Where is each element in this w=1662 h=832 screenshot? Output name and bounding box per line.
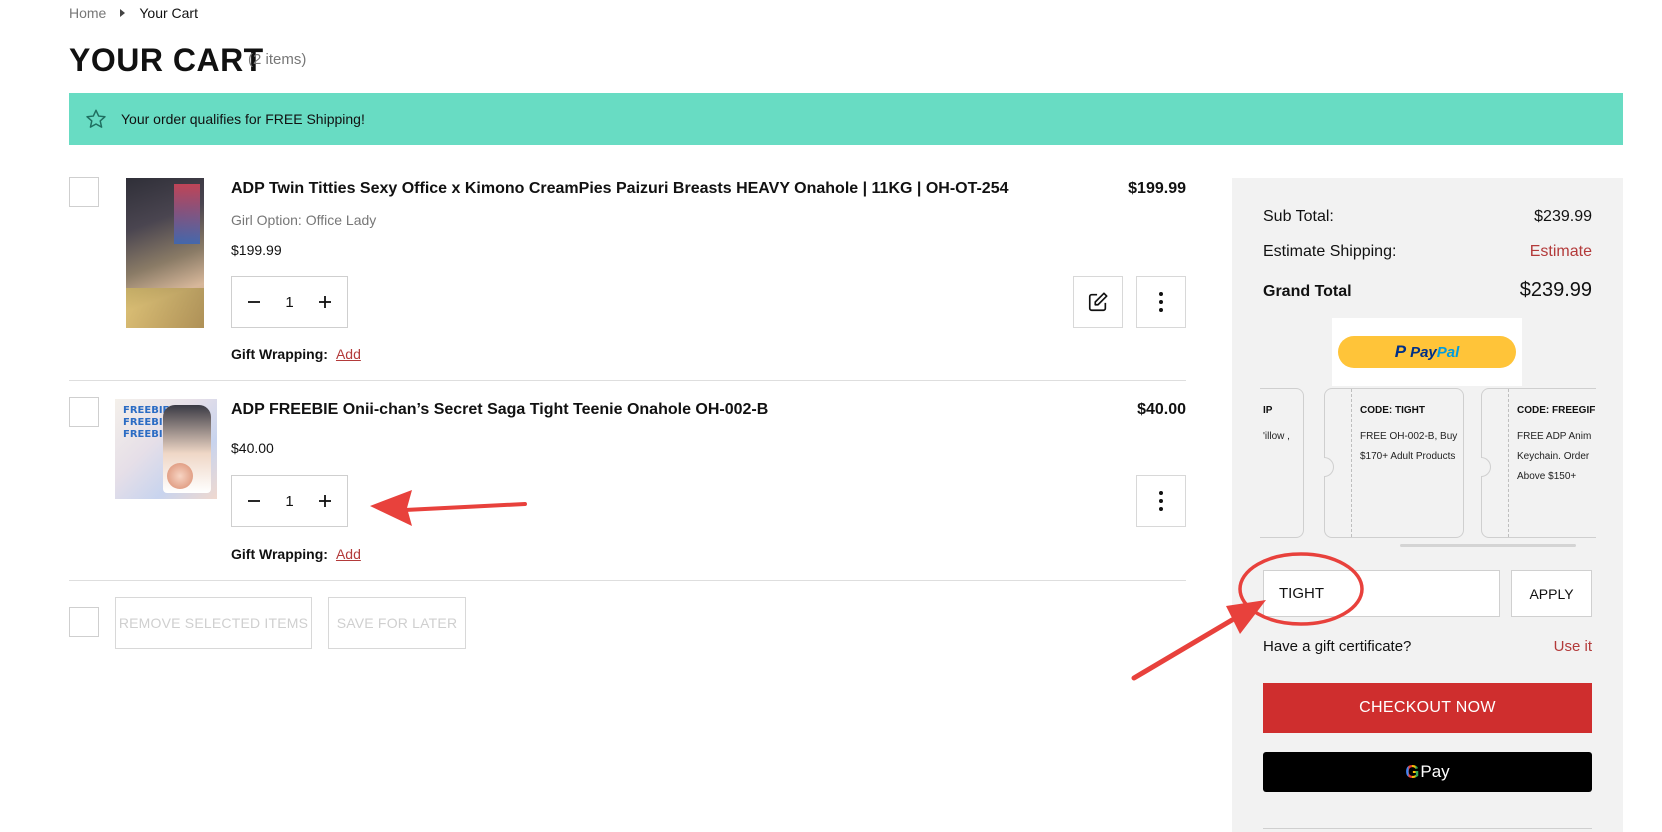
product-unit-price: $199.99 (231, 242, 282, 258)
remove-selected-items-button[interactable]: REMOVE SELECTED ITEMS (115, 597, 312, 649)
increase-quantity-button[interactable] (315, 292, 335, 312)
minus-icon (248, 301, 260, 303)
gift-certificate-label: Have a gift certificate? (1263, 638, 1412, 655)
quantity-value[interactable]: 1 (285, 294, 293, 311)
free-shipping-message: Your order qualifies for FREE Shipping! (121, 111, 365, 127)
paypal-container: P Pay Pal (1332, 318, 1522, 386)
subtotal-label: Sub Total: (1263, 208, 1334, 225)
coupon-perforation (1508, 389, 1509, 537)
coupon-scrollbar[interactable] (1400, 544, 1576, 547)
apply-coupon-button[interactable]: APPLY (1511, 570, 1592, 617)
coupon-code-input[interactable] (1263, 570, 1500, 617)
product-image[interactable] (126, 178, 204, 328)
coupon-code: CODE: TIGHT (1360, 405, 1425, 416)
product-unit-price: $40.00 (231, 440, 274, 456)
gift-wrapping-row: Gift Wrapping: Add (231, 546, 361, 562)
product-title[interactable]: ADP Twin Titties Sexy Office x Kimono Cr… (231, 180, 1009, 198)
increase-quantity-button[interactable] (315, 491, 335, 511)
item-divider (69, 380, 1186, 381)
grand-total-row: Grand Total $239.99 (1263, 279, 1592, 302)
coupon-code: IP (1263, 405, 1273, 416)
item-select-checkbox[interactable] (69, 177, 99, 207)
google-g-icon: G (1405, 761, 1420, 782)
coupon-card[interactable]: CODE: FREEGIF FREE ADP Anim Keychain. Or… (1481, 388, 1596, 538)
gift-wrapping-label: Gift Wrapping: (231, 546, 328, 562)
free-shipping-banner: Your order qualifies for FREE Shipping! (69, 93, 1623, 145)
arrow-to-quantity-icon (370, 490, 527, 526)
coupon-card[interactable]: IP 'illow , (1260, 388, 1503, 538)
decrease-quantity-button[interactable] (244, 491, 264, 511)
subtotal-row: Sub Total: $239.99 (1263, 208, 1592, 226)
breadcrumb-current: Your Cart (139, 5, 198, 21)
product-title[interactable]: ADP FREEBIE Onii-chan’s Secret Saga Tigh… (231, 401, 768, 419)
decrease-quantity-button[interactable] (244, 292, 264, 312)
coupon-card[interactable]: CODE: TIGHT FREE OH-002-B, Buy $170+ Adu… (1324, 388, 1464, 538)
minus-icon (248, 500, 260, 502)
google-pay-label: Pay (1420, 762, 1450, 781)
coupon-carousel[interactable]: IP 'illow , CODE: TIGHT FREE OH-002-B, B… (1260, 388, 1596, 548)
item-more-options-button[interactable] (1136, 276, 1186, 328)
summary-divider (1263, 828, 1592, 829)
quantity-value[interactable]: 1 (285, 493, 293, 510)
breadcrumb: Home Your Cart (69, 5, 198, 21)
coupon-description: FREE ADP Anim Keychain. Order Above $150… (1517, 431, 1592, 482)
gift-wrapping-add-link[interactable]: Add (336, 346, 361, 362)
coupon-description: 'illow , (1263, 431, 1290, 442)
paypal-icon: P (1394, 342, 1407, 361)
product-option-value: Office Lady (305, 212, 377, 228)
coupon-notch (1324, 457, 1334, 477)
product-image-detail (174, 184, 200, 244)
breadcrumb-separator-icon (120, 9, 126, 17)
shipping-row: Estimate Shipping: Estimate (1263, 243, 1592, 261)
more-options-icon (1159, 292, 1163, 312)
select-all-checkbox[interactable] (69, 607, 99, 637)
grand-total-value: $239.99 (1519, 279, 1592, 301)
product-image-detail (126, 288, 204, 328)
gift-certificate-link[interactable]: Use it (1554, 638, 1592, 655)
gift-wrapping-add-link[interactable]: Add (336, 546, 361, 562)
product-price: $199.99 (1128, 180, 1186, 197)
cart-item-count: (2 items) (248, 51, 307, 68)
paypal-button[interactable]: P Pay Pal (1338, 336, 1516, 368)
item-divider (69, 580, 1186, 581)
product-option: Girl Option: Office Lady (231, 212, 376, 228)
plus-icon (319, 495, 331, 507)
gift-certificate-row: Have a gift certificate? Use it (1263, 638, 1592, 655)
coupon-notch (1481, 457, 1491, 477)
product-option-label: Girl Option: (231, 212, 302, 228)
checkout-now-button[interactable]: CHECKOUT NOW (1263, 683, 1592, 733)
gift-wrapping-label: Gift Wrapping: (231, 346, 328, 362)
product-image-detail (167, 463, 193, 489)
edit-icon (1088, 292, 1108, 312)
breadcrumb-home-link[interactable]: Home (69, 5, 106, 21)
coupon-description: FREE OH-002-B, Buy $170+ Adult Products (1360, 431, 1458, 462)
save-for-later-button[interactable]: SAVE FOR LATER (328, 597, 466, 649)
plus-icon (319, 296, 331, 308)
google-pay-button[interactable]: G Pay (1263, 752, 1592, 792)
quantity-stepper: 1 (231, 276, 348, 328)
shipping-label: Estimate Shipping: (1263, 243, 1397, 260)
estimate-shipping-link[interactable]: Estimate (1530, 243, 1592, 261)
product-price: $40.00 (1137, 401, 1186, 418)
paypal-label: Pal (1436, 343, 1460, 361)
product-image[interactable]: FREEBIE FREEBIE FREEBIE (115, 399, 217, 499)
gift-wrapping-row: Gift Wrapping: Add (231, 346, 361, 362)
star-icon (86, 109, 106, 128)
paypal-label: Pay (1410, 343, 1437, 361)
grand-total-label: Grand Total (1263, 283, 1352, 300)
item-more-options-button[interactable] (1136, 475, 1186, 527)
coupon-code: CODE: FREEGIF (1517, 405, 1596, 416)
more-options-icon (1159, 491, 1163, 511)
edit-item-button[interactable] (1073, 276, 1123, 328)
quantity-stepper: 1 (231, 475, 348, 527)
item-select-checkbox[interactable] (69, 397, 99, 427)
page-title: YOUR CART (69, 42, 264, 78)
subtotal-value: $239.99 (1534, 208, 1592, 225)
coupon-perforation (1351, 389, 1352, 537)
order-summary-panel: Sub Total: $239.99 Estimate Shipping: Es… (1232, 178, 1623, 832)
